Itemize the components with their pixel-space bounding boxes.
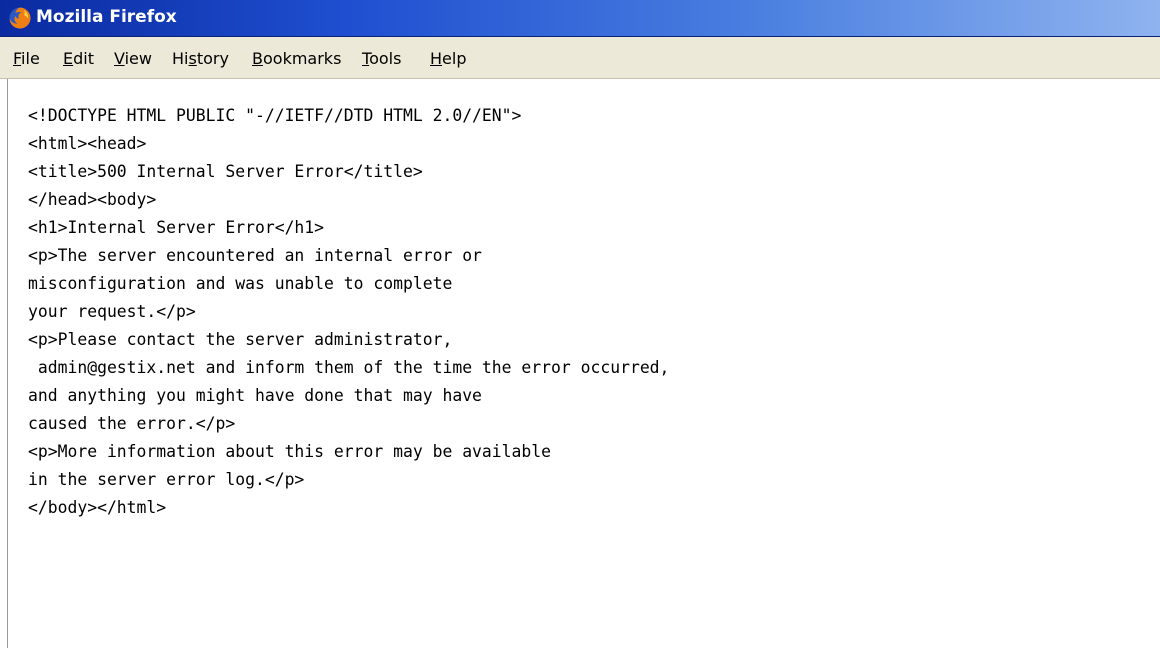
menu-edit-mnemonic: E xyxy=(63,49,74,68)
menu-bookmarks-label: ookmarks xyxy=(262,49,342,68)
menu-edit-label: dit xyxy=(73,49,94,68)
source-line: and anything you might have done that ma… xyxy=(28,386,482,405)
source-line: </body></html> xyxy=(28,498,167,517)
source-line: <!DOCTYPE HTML PUBLIC "-//IETF//DTD HTML… xyxy=(28,106,522,125)
source-line: <p>Please contact the server administrat… xyxy=(28,330,453,349)
source-line: <h1>Internal Server Error</h1> xyxy=(28,218,325,237)
menu-edit[interactable]: Edit xyxy=(63,49,94,68)
browser-window: Mozilla Firefox File Edit View History B… xyxy=(0,0,1160,648)
menu-history[interactable]: History xyxy=(172,49,229,68)
source-line: <html><head> xyxy=(28,134,147,153)
title-bar[interactable]: Mozilla Firefox xyxy=(0,0,1160,37)
source-line: caused the error.</p> xyxy=(28,414,236,433)
menu-bookmarks-mnemonic: B xyxy=(252,49,263,68)
menu-tools-label: ools xyxy=(369,49,402,68)
source-line: your request.</p> xyxy=(28,302,196,321)
source-line: <p>The server encountered an internal er… xyxy=(28,246,482,265)
menu-help-label: elp xyxy=(442,49,467,68)
menu-tools-mnemonic: T xyxy=(362,49,370,68)
menu-file[interactable]: File xyxy=(13,49,40,68)
menu-help-mnemonic: H xyxy=(430,49,443,68)
source-line: misconfiguration and was unable to compl… xyxy=(28,274,453,293)
menu-bookmarks[interactable]: Bookmarks xyxy=(252,49,341,68)
firefox-logo-icon xyxy=(9,7,31,29)
source-line: admin@gestix.net and inform them of the … xyxy=(28,358,670,377)
menu-file-mnemonic: F xyxy=(13,49,22,68)
source-line: <title>500 Internal Server Error</title> xyxy=(28,162,423,181)
menu-history-prefix: Hi xyxy=(172,49,189,68)
menu-tools[interactable]: Tools xyxy=(362,49,401,68)
menu-history-label: tory xyxy=(196,49,229,68)
menu-view-label: iew xyxy=(124,49,152,68)
menu-help[interactable]: Help xyxy=(430,49,466,68)
source-line: <p>More information about this error may… xyxy=(28,442,552,461)
source-line: </head><body> xyxy=(28,190,157,209)
source-line: in the server error log.</p> xyxy=(28,470,305,489)
window-title: Mozilla Firefox xyxy=(36,7,177,27)
menu-file-label: ile xyxy=(21,49,40,68)
menu-history-mnemonic: s xyxy=(188,49,197,68)
menu-bar: File Edit View History Bookmarks Tools H… xyxy=(0,37,1160,79)
page-content[interactable]: <!DOCTYPE HTML PUBLIC "-//IETF//DTD HTML… xyxy=(7,79,1160,648)
menu-view-mnemonic: V xyxy=(114,49,125,68)
menu-view[interactable]: View xyxy=(114,49,152,68)
